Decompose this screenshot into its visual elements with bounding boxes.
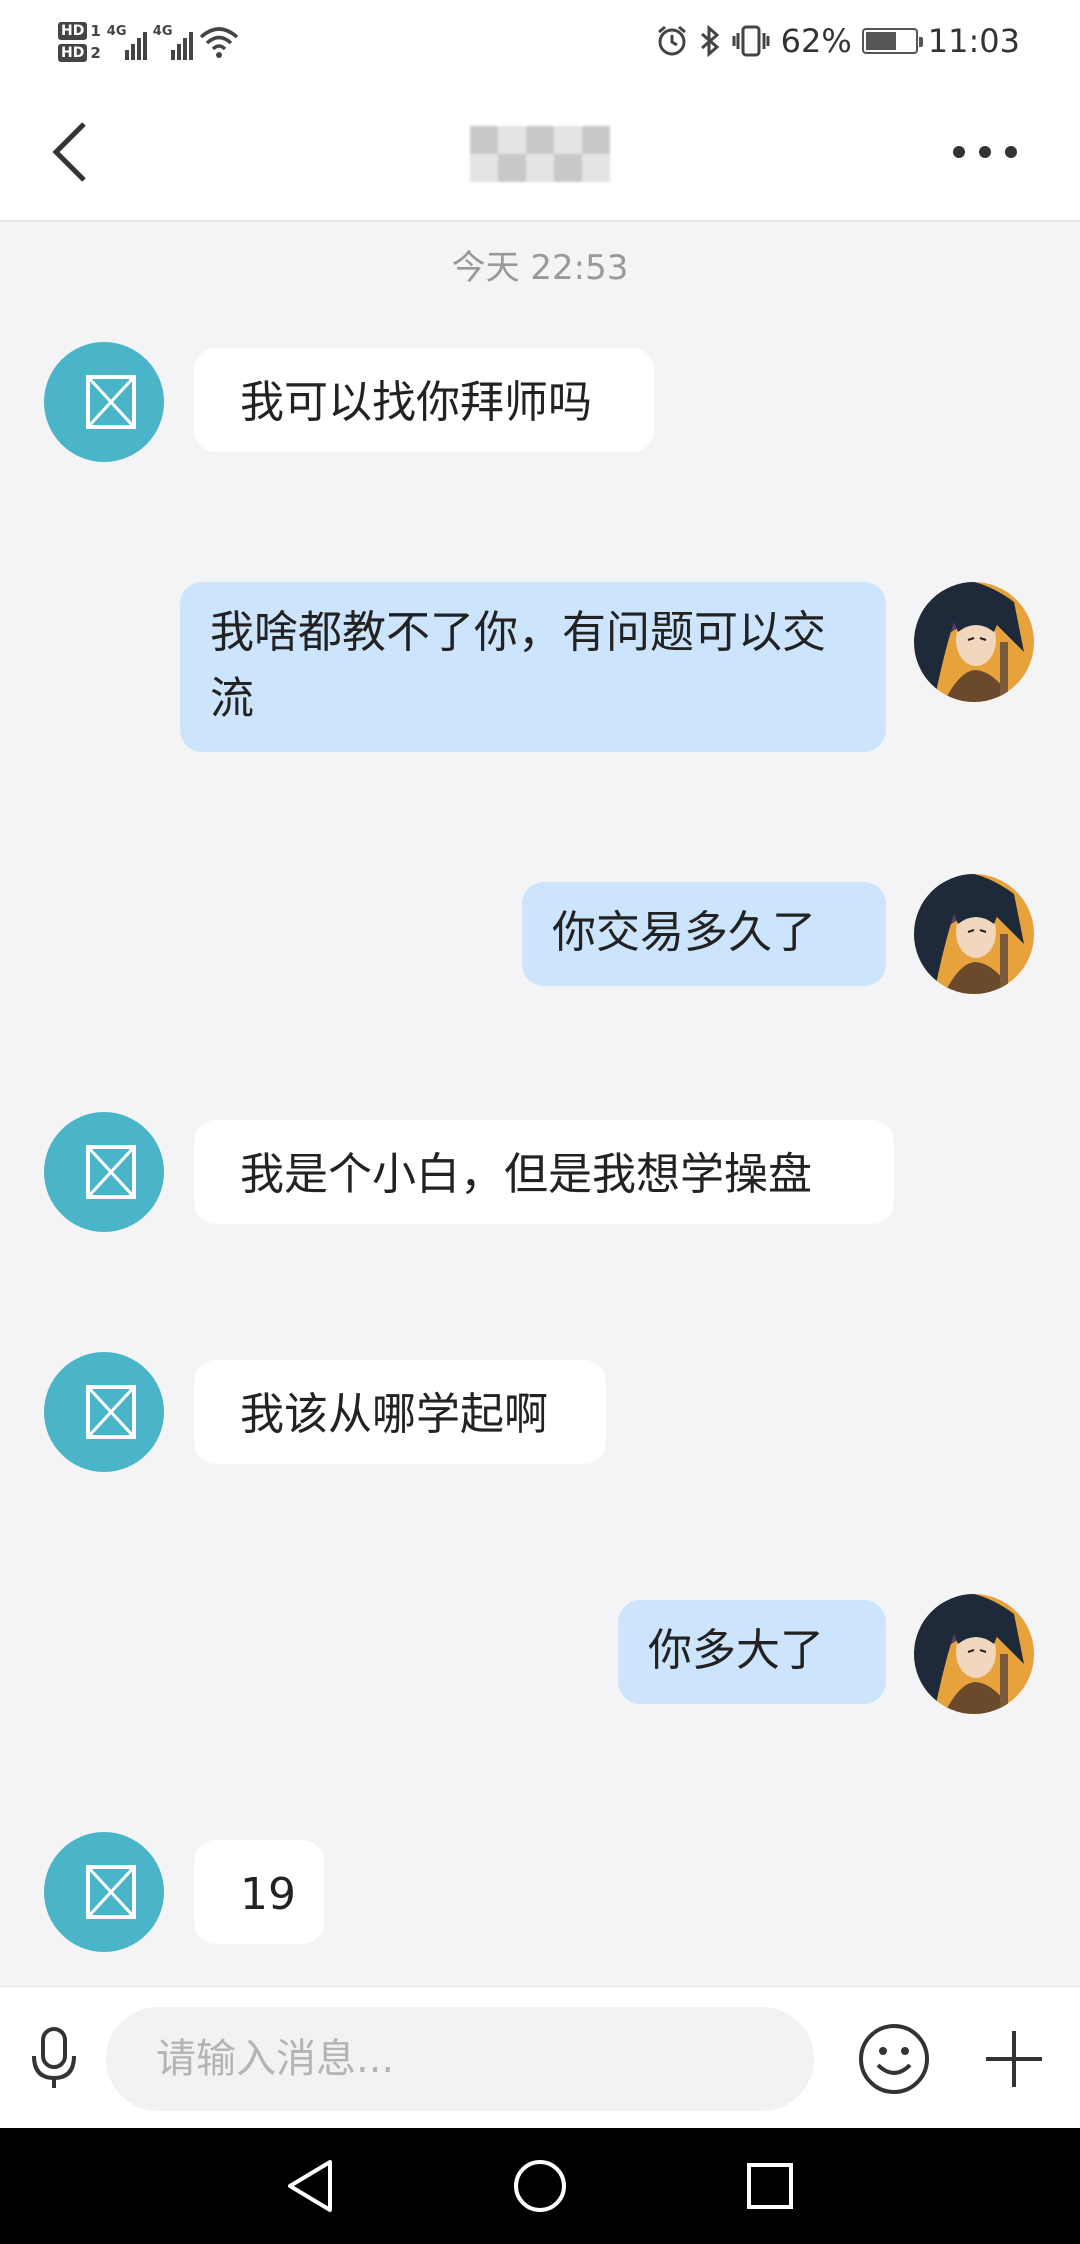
broken-image-icon xyxy=(86,1145,136,1199)
status-left-group: HD 1 HD 2 4G 4G xyxy=(58,12,239,72)
message-bubble-incoming[interactable]: 我是个小白，但是我想学操盘 xyxy=(194,1120,894,1224)
anime-character-avatar-icon xyxy=(914,582,1034,702)
plus-icon xyxy=(986,2031,1042,2087)
microphone-icon xyxy=(32,2027,76,2088)
emoji-button[interactable] xyxy=(856,2021,932,2097)
message-bubble-outgoing[interactable]: 你多大了 xyxy=(618,1600,886,1704)
broken-image-icon xyxy=(86,1865,136,1919)
hd-sim-2: HD 2 xyxy=(58,44,101,62)
status-bar: HD 1 HD 2 4G 4G 62% 11:03 xyxy=(0,0,1080,82)
hd-sim-1: HD 1 xyxy=(58,22,101,40)
message-bubble-incoming[interactable]: 我该从哪学起啊 xyxy=(194,1360,606,1464)
emoji-icon xyxy=(859,2024,929,2094)
contact-avatar[interactable] xyxy=(44,342,164,462)
message-text: 19 xyxy=(240,1869,296,1920)
alarm-icon xyxy=(657,25,686,56)
signal-icon-1: 4G xyxy=(107,24,147,60)
home-circle-icon xyxy=(514,2160,566,2212)
user-avatar[interactable] xyxy=(914,1594,1034,1714)
message-input-bar xyxy=(0,1986,1080,2128)
anime-character-avatar-icon xyxy=(914,1594,1034,1714)
message-bubble-incoming[interactable]: 19 xyxy=(194,1840,324,1944)
message-bubble-incoming[interactable]: 我可以找你拜师吗 xyxy=(194,348,654,452)
chat-header xyxy=(0,82,1080,222)
more-horizontal-icon xyxy=(953,146,965,158)
bluetooth-icon xyxy=(700,24,719,58)
sim-number-1: 1 xyxy=(90,22,101,40)
hd-indicators: HD 1 HD 2 xyxy=(58,22,101,62)
hd-label-1: HD xyxy=(58,22,88,40)
chat-title-obscured xyxy=(470,126,610,182)
broken-image-icon xyxy=(86,1385,136,1439)
message-text: 我该从哪学起啊 xyxy=(240,1389,548,1440)
anime-character-avatar-icon xyxy=(914,874,1034,994)
status-right-group: 62% 11:03 xyxy=(655,16,1020,66)
chat-timestamp: 今天 22:53 xyxy=(451,248,629,288)
chevron-left-icon xyxy=(52,122,86,182)
user-avatar[interactable] xyxy=(914,874,1034,994)
wifi-icon xyxy=(199,27,238,58)
message-input[interactable] xyxy=(106,2007,814,2111)
contact-avatar[interactable] xyxy=(44,1112,164,1232)
more-actions-button[interactable] xyxy=(976,2021,1052,2097)
recents-square-icon xyxy=(747,2163,793,2209)
system-navigation-bar xyxy=(0,2128,1080,2244)
vibrate-icon xyxy=(732,25,770,57)
message-text: 我可以找你拜师吗 xyxy=(240,377,592,428)
signal-type-2: 4G xyxy=(152,24,173,39)
signal-icon-2: 4G xyxy=(153,24,193,60)
battery-icon xyxy=(861,28,923,54)
message-text: 你多大了 xyxy=(648,1625,824,1676)
nav-recents-button[interactable] xyxy=(740,2156,800,2216)
more-options-button[interactable] xyxy=(940,122,1030,182)
hd-label-2: HD xyxy=(58,44,88,62)
nav-home-button[interactable] xyxy=(510,2156,570,2216)
back-button[interactable] xyxy=(30,112,110,192)
sim-number-2: 2 xyxy=(90,44,101,62)
contact-avatar[interactable] xyxy=(44,1832,164,1952)
message-text: 你交易多久了 xyxy=(552,907,816,958)
contact-avatar[interactable] xyxy=(44,1352,164,1472)
user-avatar[interactable] xyxy=(914,582,1034,702)
message-text: 我啥都教不了你，有问题可以交流 xyxy=(210,607,826,724)
message-text: 我是个小白，但是我想学操盘 xyxy=(240,1149,812,1200)
nav-back-button[interactable] xyxy=(280,2156,340,2216)
message-bubble-outgoing[interactable]: 你交易多久了 xyxy=(522,882,886,986)
broken-image-icon xyxy=(86,375,136,429)
voice-input-button[interactable] xyxy=(22,2023,86,2093)
battery-percent: 62% xyxy=(780,22,852,60)
back-triangle-icon xyxy=(288,2160,332,2212)
clock-time: 11:03 xyxy=(927,22,1020,60)
message-bubble-outgoing[interactable]: 我啥都教不了你，有问题可以交流 xyxy=(180,582,886,752)
signal-type-1: 4G xyxy=(106,24,127,39)
